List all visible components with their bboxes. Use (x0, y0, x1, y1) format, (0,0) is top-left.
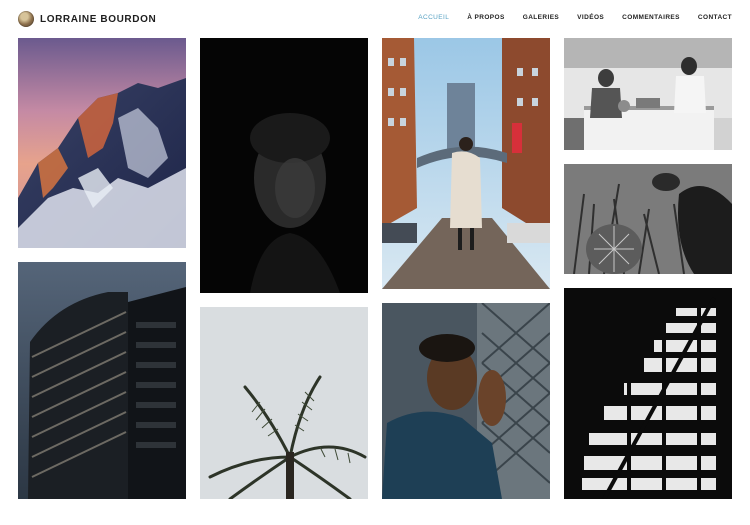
photo-kitchen-couple[interactable] (564, 38, 732, 150)
nav-item-a-propos[interactable]: À PROPOS (467, 14, 505, 21)
main-nav: ACCUEIL À PROPOS GALERIES VIDÉOS COMMENT… (418, 14, 732, 21)
top-bar: LORRAINE BOURDON ACCUEIL À PROPOS GALERI… (0, 0, 750, 38)
brand-name[interactable]: LORRAINE BOURDON (40, 14, 156, 25)
nav-item-galeries[interactable]: GALERIES (523, 14, 559, 21)
nav-item-accueil[interactable]: ACCUEIL (418, 14, 449, 21)
nav-item-commentaires[interactable]: COMMENTAIRES (622, 14, 680, 21)
photo-man-at-wall[interactable] (382, 303, 550, 499)
photo-mountain-sunset[interactable] (18, 38, 186, 248)
photo-dark-window[interactable] (564, 288, 732, 499)
photo-dark-portrait[interactable] (200, 38, 368, 293)
brand[interactable]: LORRAINE BOURDON (18, 10, 156, 28)
avatar[interactable] (18, 11, 34, 27)
nav-item-videos[interactable]: VIDÉOS (577, 14, 604, 21)
nav-item-contact[interactable]: CONTACT (698, 14, 732, 21)
photo-cactus-garden[interactable] (564, 164, 732, 274)
photo-woman-under-bridge[interactable] (382, 38, 550, 289)
photo-palm-tree[interactable] (200, 307, 368, 499)
photo-modern-building[interactable] (18, 262, 186, 499)
